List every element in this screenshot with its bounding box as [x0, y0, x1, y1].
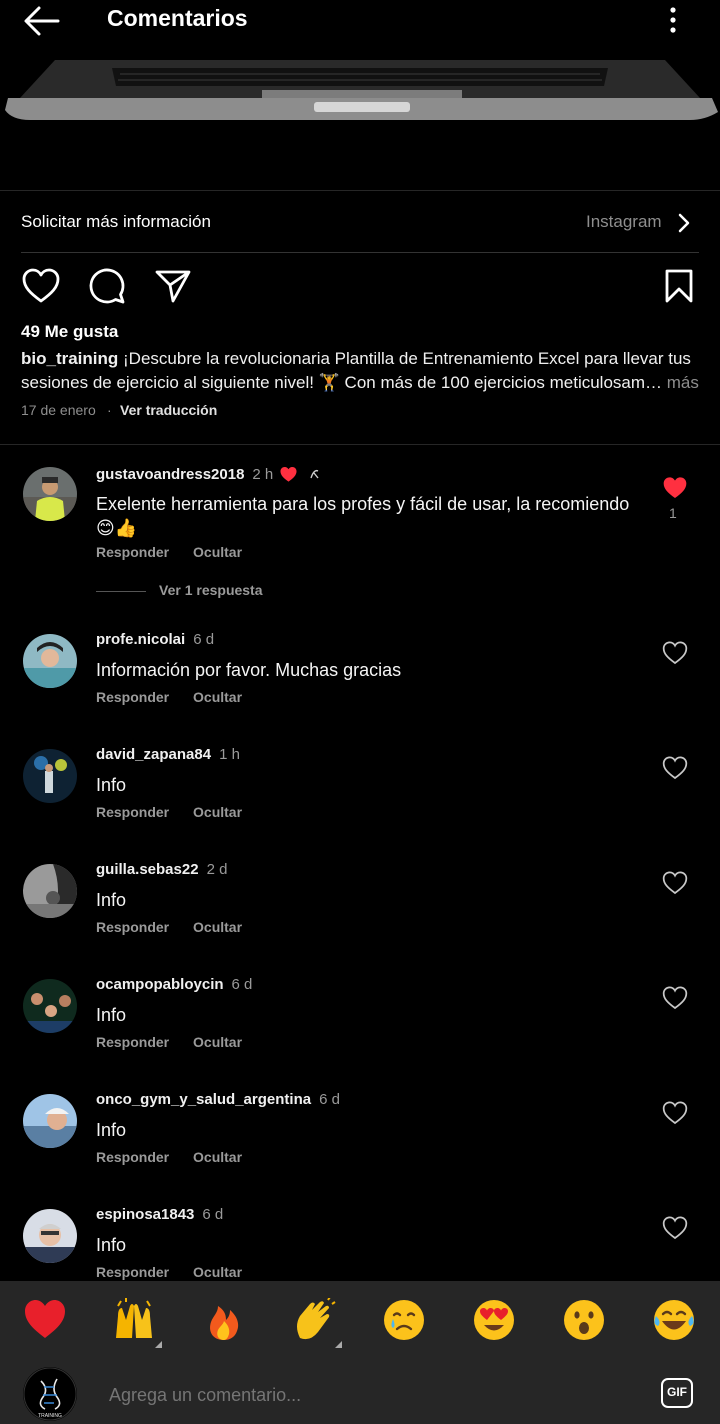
comment-time: 2 d	[206, 861, 228, 878]
comment-username[interactable]: gustavoandress2018	[96, 466, 244, 483]
comment-username[interactable]: profe.nicolai	[96, 631, 185, 648]
divider	[0, 190, 720, 191]
reply-button[interactable]: Responder	[96, 804, 169, 820]
comment-time: 2 h	[252, 465, 274, 483]
emoji-fire[interactable]	[202, 1298, 246, 1342]
avatar[interactable]	[23, 749, 77, 803]
heart-outline-icon[interactable]	[662, 1216, 688, 1240]
emoji-skin-tone-caret	[335, 1341, 342, 1348]
cta-source-label[interactable]: Instagram	[586, 212, 662, 232]
separator-dot: ·	[107, 402, 112, 418]
see-translation-link[interactable]: Ver traducción	[120, 402, 217, 418]
reply-button[interactable]: Responder	[96, 544, 169, 560]
hide-button[interactable]: Ocultar	[193, 1034, 242, 1050]
hide-button[interactable]: Ocultar	[193, 919, 242, 935]
comment-time: 6 d	[202, 1206, 224, 1223]
heart-outline-icon[interactable]	[662, 1101, 688, 1125]
avatar[interactable]	[23, 864, 77, 918]
likes-count[interactable]: 49 Me gusta	[21, 322, 118, 342]
caption-text: ¡Descubre la revolucionaria Plantilla de…	[21, 349, 691, 392]
comment-text: Info	[96, 890, 127, 910]
gif-button[interactable]: GIF	[661, 1378, 693, 1408]
emoji-surprised-face[interactable]	[562, 1298, 606, 1342]
replies-line	[96, 591, 146, 592]
emoji-raising-hands[interactable]	[112, 1298, 156, 1342]
emoji-clapping-hands[interactable]	[292, 1298, 336, 1342]
hide-button[interactable]: Ocultar	[193, 544, 242, 560]
comment-text: Info	[96, 1005, 127, 1025]
reply-button[interactable]: Responder	[96, 1264, 169, 1280]
avatar[interactable]	[23, 634, 77, 688]
heart-icon[interactable]	[22, 268, 60, 304]
reply-button[interactable]: Responder	[96, 1149, 169, 1165]
post-header: Comentarios	[0, 0, 720, 190]
comment-username[interactable]: espinosa1843	[96, 1206, 194, 1223]
back-arrow-icon[interactable]	[22, 4, 62, 38]
avatar[interactable]	[23, 467, 77, 521]
hide-button[interactable]: Ocultar	[193, 689, 242, 705]
avatar[interactable]	[23, 1209, 77, 1263]
heart-outline-icon[interactable]	[662, 871, 688, 895]
more-options-icon[interactable]	[660, 5, 686, 35]
emoji-tears-of-joy[interactable]	[652, 1298, 696, 1342]
reply-button[interactable]: Responder	[96, 1034, 169, 1050]
emoji-crying-face[interactable]	[382, 1298, 426, 1342]
comment-time: 6 d	[193, 631, 215, 648]
avatar[interactable]	[23, 1094, 77, 1148]
chevron-right-icon[interactable]	[676, 213, 692, 233]
avatar[interactable]	[23, 979, 77, 1033]
hide-button[interactable]: Ocultar	[193, 1149, 242, 1165]
emoji-skin-tone-caret	[155, 1341, 162, 1348]
reply-button[interactable]: Responder	[96, 919, 169, 935]
heart-outline-icon[interactable]	[662, 641, 688, 665]
comment-like-count: 1	[669, 505, 677, 521]
comment-text: Información por favor. Muchas gracias	[96, 660, 402, 680]
emoji-heart[interactable]	[23, 1298, 67, 1342]
bio-training-logo-icon: TRAINING	[23, 1367, 77, 1421]
comment-username[interactable]: onco_gym_y_salud_argentina	[96, 1091, 311, 1108]
comment-text: Info	[96, 1235, 127, 1255]
divider	[0, 444, 720, 445]
page-title: Comentarios	[107, 5, 248, 31]
current-user-avatar[interactable]: TRAINING	[23, 1367, 77, 1421]
bookmark-icon[interactable]	[664, 269, 694, 303]
reply-button[interactable]: Responder	[96, 689, 169, 705]
post-caption: bio_training ¡Descubre la revolucionaria…	[21, 347, 701, 395]
comment-text: Info	[96, 775, 127, 795]
share-send-icon[interactable]	[155, 269, 191, 303]
comment-icon[interactable]	[89, 268, 126, 305]
comment-username[interactable]: david_zapana84	[96, 746, 211, 763]
comment-input[interactable]	[107, 1384, 631, 1407]
divider	[21, 252, 699, 253]
heart-outline-icon[interactable]	[662, 756, 688, 780]
post-date: 17 de enero	[21, 402, 96, 418]
creator-avatar-icon	[306, 465, 325, 483]
svg-text:TRAINING: TRAINING	[38, 1413, 62, 1419]
hide-button[interactable]: Ocultar	[193, 804, 242, 820]
comment-username[interactable]: guilla.sebas22	[96, 861, 199, 878]
post-image-laptop	[5, 60, 718, 120]
hide-button[interactable]: Ocultar	[193, 1264, 242, 1280]
heart-filled-icon[interactable]	[662, 476, 688, 500]
comment-time: 1 h	[219, 746, 240, 763]
comment-text: Info	[96, 1120, 127, 1140]
emoji-heart-eyes[interactable]	[472, 1298, 516, 1342]
comment-username[interactable]: ocampopabloycin	[96, 976, 224, 993]
cta-more-info-link[interactable]: Solicitar más información	[21, 212, 211, 232]
comment-time: 6 d	[319, 1091, 340, 1108]
view-replies-button[interactable]: Ver 1 respuesta	[159, 582, 263, 598]
creator-liked-heart-icon	[280, 466, 297, 482]
comment-time: 6 d	[231, 976, 253, 993]
caption-more-link[interactable]: más	[667, 373, 699, 392]
comment-text: Exelente herramienta para los profes y f…	[96, 494, 630, 538]
heart-outline-icon[interactable]	[662, 986, 688, 1010]
caption-username[interactable]: bio_training	[21, 349, 118, 368]
